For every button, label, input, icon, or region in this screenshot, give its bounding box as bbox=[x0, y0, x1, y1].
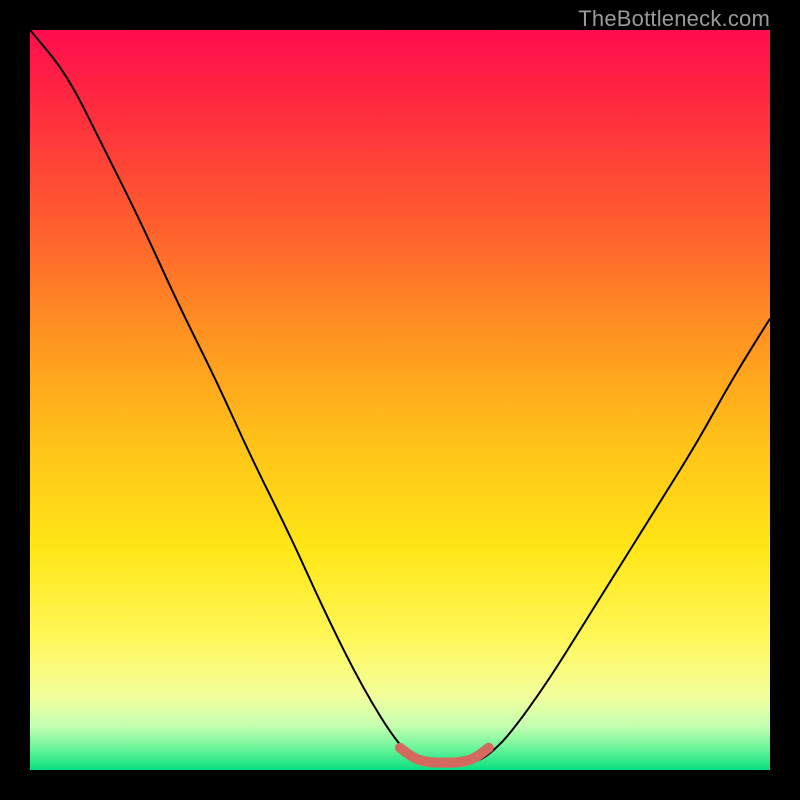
flat-zone-marker bbox=[400, 748, 489, 763]
watermark-text: TheBottleneck.com bbox=[578, 6, 770, 32]
chart-frame: TheBottleneck.com bbox=[0, 0, 800, 800]
plot-area bbox=[30, 30, 770, 770]
bottleneck-curve bbox=[30, 30, 770, 763]
curve-layer bbox=[30, 30, 770, 770]
